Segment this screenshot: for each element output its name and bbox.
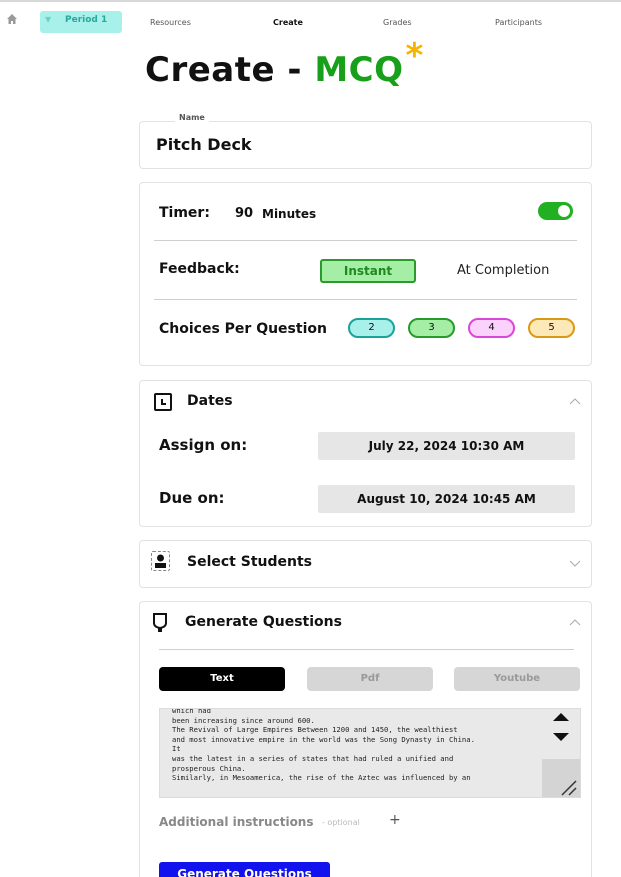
additional-instructions-label: Additional instructions [159, 815, 314, 829]
choice-5-button[interactable]: 5 [528, 318, 575, 338]
tab-pdf[interactable]: Pdf [307, 667, 433, 691]
due-date-picker[interactable]: August 10, 2024 10:45 AM [318, 485, 575, 513]
source-text[interactable]: which had been increasing since around 6… [172, 709, 542, 783]
timer-unit: Minutes [262, 207, 317, 221]
select-students-card[interactable]: Select Students [139, 540, 592, 588]
assign-date-picker[interactable]: July 22, 2024 10:30 AM [318, 432, 575, 460]
optional-label: - optional [322, 818, 360, 827]
name-card[interactable]: Name Pitch Deck [139, 113, 592, 169]
top-border [0, 0, 621, 2]
chevron-down-icon[interactable] [569, 559, 581, 569]
nav-participants[interactable]: Participants [495, 18, 542, 27]
divider [154, 299, 577, 300]
generate-card: Generate Questions Text Pdf Youtube whic… [139, 601, 592, 877]
select-students-title: Select Students [187, 554, 312, 570]
dates-card: Dates Assign on: July 22, 2024 10:30 AM … [139, 380, 592, 527]
title-prefix: Create - [145, 50, 302, 90]
chevron-up-icon[interactable] [569, 396, 581, 406]
timer-toggle[interactable] [538, 202, 573, 220]
dates-title: Dates [187, 393, 233, 409]
settings-card: Timer: 90 Minutes Feedback: Instant At C… [139, 182, 592, 366]
star-icon: * [405, 36, 424, 76]
feedback-at-completion-button[interactable]: At Completion [457, 263, 549, 278]
choices-label: Choices Per Question [159, 321, 327, 337]
home-icon[interactable] [6, 13, 18, 25]
due-label: Due on: [159, 489, 225, 507]
chevron-up-icon[interactable] [569, 617, 581, 627]
lightbulb-icon [153, 613, 167, 632]
scroll-up-icon[interactable] [553, 713, 569, 721]
nav-resources[interactable]: Resources [150, 18, 191, 27]
resize-handle[interactable] [542, 759, 580, 797]
name-label: Name [175, 113, 209, 122]
tab-text[interactable]: Text [159, 667, 285, 691]
page-title: Create - MCQ* [145, 36, 424, 90]
generate-questions-button[interactable]: Generate Questions [159, 862, 330, 877]
toggle-knob [558, 205, 570, 217]
tab-youtube[interactable]: Youtube [454, 667, 580, 691]
period-selector[interactable]: ▼ Period 1 [40, 11, 122, 33]
nav-grades[interactable]: Grades [383, 18, 412, 27]
choice-2-button[interactable]: 2 [348, 318, 395, 338]
feedback-instant-button[interactable]: Instant [320, 259, 416, 283]
assign-label: Assign on: [159, 436, 248, 454]
chevron-down-icon: ▼ [45, 15, 52, 24]
scrollbar[interactable] [542, 709, 580, 797]
divider [154, 240, 577, 241]
clock-icon [154, 393, 172, 411]
generate-title: Generate Questions [185, 614, 342, 630]
divider [159, 649, 574, 650]
add-instructions-icon[interactable]: + [389, 812, 401, 828]
nav-create[interactable]: Create [273, 18, 303, 27]
feedback-label: Feedback: [159, 261, 240, 277]
student-icon [151, 551, 170, 571]
choice-4-button[interactable]: 4 [468, 318, 515, 338]
name-input[interactable]: Pitch Deck [156, 135, 252, 154]
timer-label: Timer: [159, 205, 210, 221]
period-label: Period 1 [65, 15, 108, 25]
choice-3-button[interactable]: 3 [408, 318, 455, 338]
timer-value[interactable]: 90 [235, 206, 253, 221]
source-text-area[interactable]: which had been increasing since around 6… [159, 708, 581, 798]
scroll-down-icon[interactable] [553, 733, 569, 741]
title-accent: MCQ [314, 50, 404, 90]
